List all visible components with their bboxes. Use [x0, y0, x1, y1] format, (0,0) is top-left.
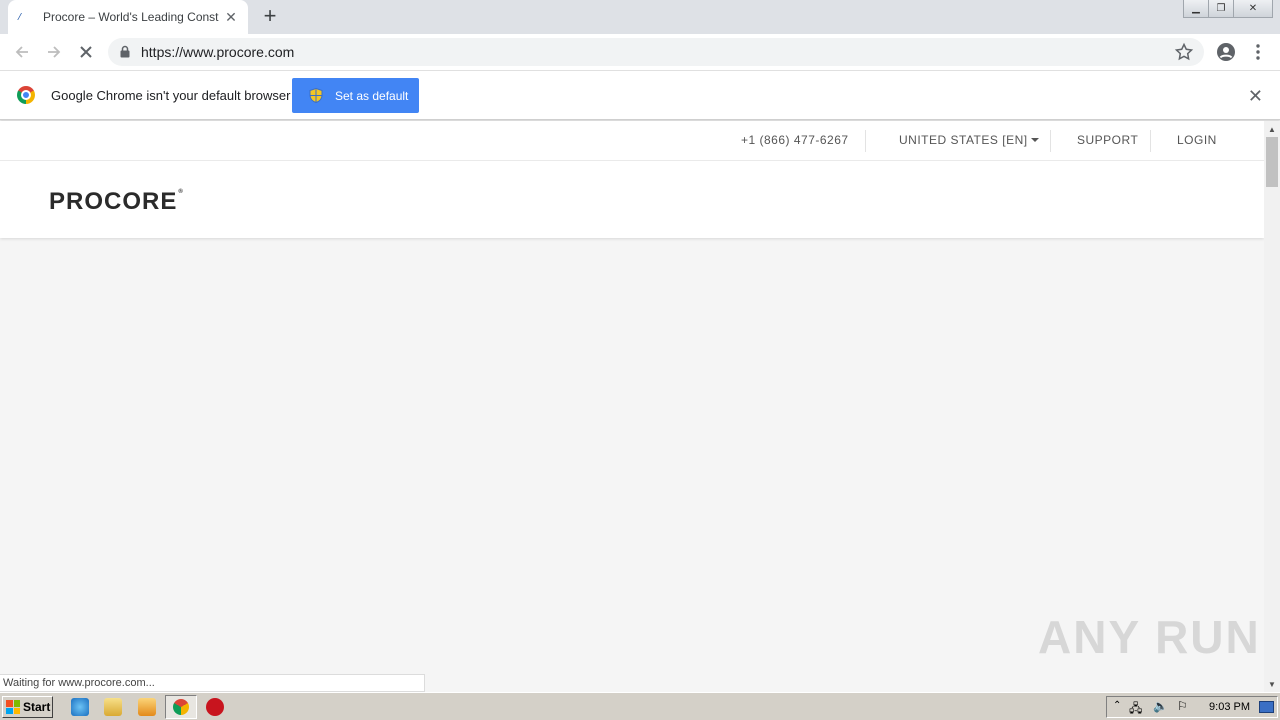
default-browser-infobar: Google Chrome isn't your default browser… [0, 71, 1280, 120]
clock[interactable]: 9:03 PM [1209, 701, 1250, 713]
start-label: Start [23, 700, 51, 714]
phone-link[interactable]: +1 (866) 477-6267 [741, 133, 849, 147]
address-bar[interactable]: https://www.procore.com [108, 38, 1204, 66]
infobar-message: Google Chrome isn't your default browser [51, 88, 291, 103]
browser-tab[interactable]: / Procore – World's Leading Construct ✕ [8, 0, 248, 34]
forward-button[interactable] [42, 40, 66, 64]
status-bubble: Waiting for www.procore.com... [0, 674, 425, 692]
media-player-icon[interactable] [138, 698, 156, 716]
network-icon[interactable]: 🖧 [1129, 699, 1142, 720]
scroll-down-arrow-icon[interactable]: ▼ [1264, 676, 1280, 692]
set-as-default-label: Set as default [335, 88, 409, 103]
action-center-flag-icon[interactable]: ⚐ [1177, 699, 1188, 713]
infobar-close-icon[interactable]: ✕ [1248, 86, 1263, 107]
forward-arrow-icon [48, 46, 61, 58]
new-tab-button[interactable]: + [258, 4, 282, 28]
chrome-taskbar-button[interactable] [165, 695, 197, 719]
stop-icon [80, 46, 92, 58]
browser-toolbar: https://www.procore.com [0, 34, 1280, 71]
scroll-thumb[interactable] [1266, 137, 1278, 187]
internet-explorer-icon[interactable] [71, 698, 89, 716]
anyrun-watermark: ANY RUN [1038, 611, 1261, 663]
set-as-default-button[interactable]: Set as default [292, 78, 419, 113]
kebab-menu-icon [1256, 44, 1260, 60]
volume-icon[interactable]: 🔈 [1153, 699, 1168, 713]
support-link[interactable]: SUPPORT [1077, 133, 1138, 147]
page-viewport: +1 (866) 477-6267 UNITED STATES [EN] SUP… [0, 121, 1264, 692]
chrome-menu-button[interactable] [1246, 40, 1270, 64]
tab-strip: / Procore – World's Leading Construct ✕ … [0, 0, 1280, 34]
scroll-up-arrow-icon[interactable]: ▲ [1264, 121, 1280, 137]
logo-text: PROCORE [49, 188, 178, 215]
windows-taskbar: Start ⌃ 🖧 🔈 ⚐ 9:03 PM [0, 692, 1280, 720]
region-label: UNITED STATES [EN] [899, 133, 1028, 147]
chrome-logo-icon [17, 86, 35, 104]
procore-logo[interactable]: PROCORE® [49, 188, 184, 216]
url-text: https://www.procore.com [141, 44, 295, 60]
stop-loading-button[interactable] [74, 40, 98, 64]
system-tray: ⌃ 🖧 🔈 ⚐ 9:03 PM [1106, 696, 1278, 718]
show-desktop-icon[interactable] [1259, 701, 1274, 713]
minimize-button[interactable]: ▁ [1183, 0, 1209, 18]
nav-divider [1050, 130, 1051, 152]
start-button[interactable]: Start [2, 696, 53, 718]
nav-divider [1150, 130, 1151, 152]
uac-shield-icon [309, 88, 323, 103]
utility-nav: +1 (866) 477-6267 UNITED STATES [EN] SUP… [0, 121, 1264, 161]
show-hidden-icons-icon[interactable]: ⌃ [1113, 700, 1121, 711]
account-circle-icon [1217, 43, 1235, 61]
procore-favicon-icon: / [18, 11, 22, 23]
windows-logo-icon [6, 700, 20, 714]
restore-button[interactable]: ❐ [1208, 0, 1234, 18]
caret-down-icon [1030, 138, 1039, 142]
opera-icon[interactable] [206, 698, 224, 716]
site-header: +1 (866) 477-6267 UNITED STATES [EN] SUP… [0, 121, 1264, 238]
registered-mark: ® [178, 189, 184, 195]
lock-icon [120, 45, 130, 58]
profile-button[interactable] [1214, 40, 1238, 64]
nav-divider [865, 130, 866, 152]
back-button[interactable] [10, 40, 34, 64]
vertical-scrollbar[interactable]: ▲ ▼ [1264, 121, 1280, 692]
window-close-button[interactable]: ✕ [1233, 0, 1273, 18]
chrome-icon [173, 699, 189, 715]
back-arrow-icon [15, 46, 28, 58]
folder-icon[interactable] [104, 698, 122, 716]
bookmark-star-icon[interactable] [1174, 42, 1194, 62]
tab-title: Procore – World's Leading Construct [43, 10, 219, 24]
login-link[interactable]: LOGIN [1177, 133, 1217, 147]
region-selector[interactable]: UNITED STATES [EN] [899, 133, 1039, 147]
tab-close-icon[interactable]: ✕ [223, 9, 239, 26]
